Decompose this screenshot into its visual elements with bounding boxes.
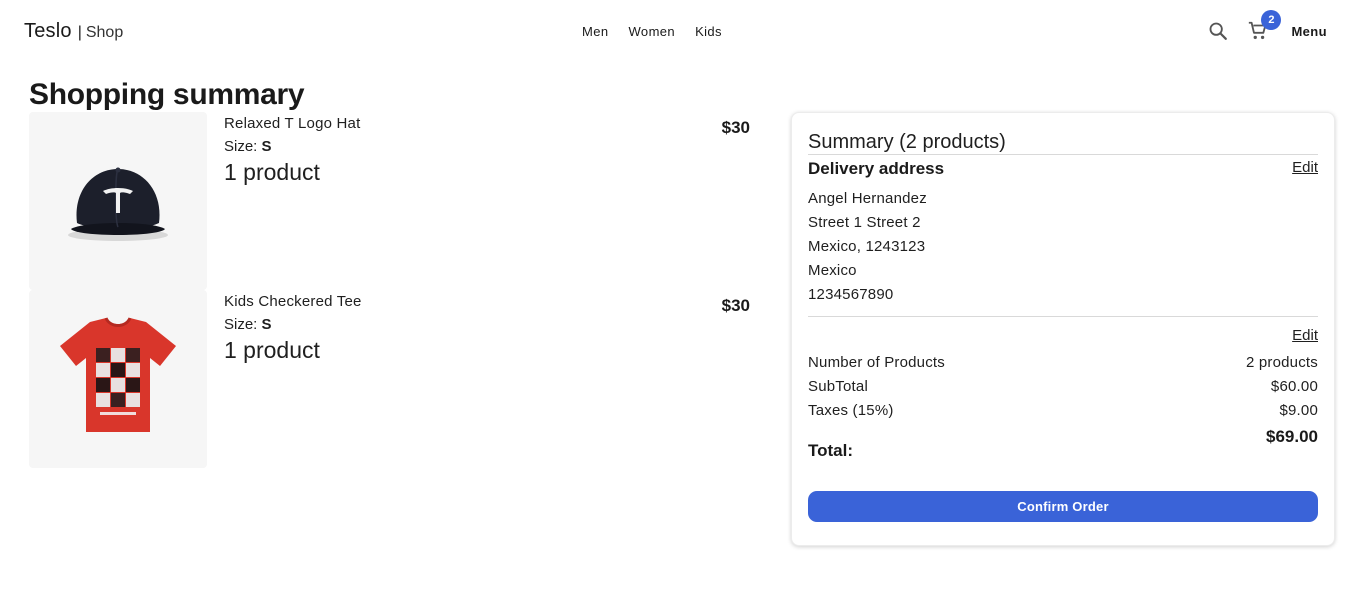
product-info: Relaxed T Logo Hat Size: S 1 product: [224, 115, 360, 186]
edit-address-link[interactable]: Edit: [1292, 159, 1318, 176]
product-price: $30: [721, 118, 750, 137]
summary-row-taxes: Taxes (15%) $9.00: [808, 399, 1318, 423]
divider: [808, 316, 1318, 317]
brand-logo[interactable]: Teslo | Shop: [24, 20, 123, 43]
product-title[interactable]: Relaxed T Logo Hat: [224, 115, 360, 132]
confirm-order-button[interactable]: Confirm Order: [808, 491, 1318, 522]
product-size: Size: S: [224, 138, 360, 155]
cart-item: Relaxed T Logo Hat Size: S 1 product $30: [29, 112, 759, 290]
cart-items-list: Relaxed T Logo Hat Size: S 1 product $30: [29, 112, 759, 468]
address-city: Mexico, 1243123: [808, 238, 926, 255]
summary-value: $9.00: [1279, 402, 1318, 419]
product-quantity: 1 product: [224, 159, 320, 185]
summary-row-products: Number of Products 2 products: [808, 351, 1318, 375]
summary-label: SubTotal: [808, 378, 868, 395]
summary-value: $60.00: [1270, 378, 1318, 395]
size-label: Size:: [224, 316, 258, 333]
edit-cart-link[interactable]: Edit: [1292, 327, 1318, 344]
delivery-address-header: Delivery address Edit: [808, 159, 1318, 187]
cart-count-badge: 2: [1261, 10, 1282, 30]
top-navbar: Teslo | Shop Men Women Kids 2 Menu: [0, 0, 1359, 64]
search-button[interactable]: [1205, 18, 1231, 44]
summary-label: Number of Products: [808, 354, 945, 371]
summary-title: Summary (2 products): [808, 131, 1318, 155]
total-label: Total:: [808, 441, 854, 460]
tshirt-icon: [60, 317, 176, 432]
product-info: Kids Checkered Tee Size: S 1 product: [224, 293, 362, 364]
address-country: Mexico: [808, 262, 857, 279]
edit-cart-row: Edit: [808, 327, 1318, 351]
header-actions: 2 Menu: [1195, 10, 1327, 44]
summary-label: Taxes (15%): [808, 402, 894, 419]
nav-link-men[interactable]: Men: [572, 24, 619, 39]
address-phone: 1234567890: [808, 286, 894, 303]
menu-button[interactable]: Menu: [1291, 24, 1327, 39]
page-title: Shopping summary: [29, 78, 305, 111]
delivery-address: Angel Hernandez Street 1 Street 2 Mexico…: [808, 187, 1318, 307]
nav-link-kids[interactable]: Kids: [685, 24, 732, 39]
size-label: Size:: [224, 138, 258, 155]
product-image[interactable]: [29, 290, 207, 468]
cart-item: Kids Checkered Tee Size: S 1 product $30: [29, 290, 759, 468]
size-value: S: [261, 316, 272, 333]
total-value: $69.00: [1266, 427, 1318, 446]
summary-row-subtotal: SubTotal $60.00: [808, 375, 1318, 399]
cap-icon: [68, 167, 168, 241]
main-nav: Men Women Kids: [572, 24, 732, 39]
delivery-address-title: Delivery address: [808, 159, 945, 178]
summary-value: 2 products: [1245, 354, 1318, 371]
product-price: $30: [721, 296, 750, 315]
product-title[interactable]: Kids Checkered Tee: [224, 293, 362, 310]
address-name: Angel Hernandez: [808, 190, 927, 207]
cart-button[interactable]: 2: [1245, 10, 1282, 44]
order-summary-card: Summary (2 products) Delivery address Ed…: [791, 112, 1335, 546]
search-icon: [1210, 22, 1228, 40]
product-size: Size: S: [224, 316, 362, 333]
brand-name: Teslo: [24, 20, 72, 42]
summary-row-total: Total: $69.00: [808, 427, 1318, 467]
address-street: Street 1 Street 2: [808, 214, 921, 231]
brand-shop: Shop: [85, 24, 124, 41]
product-quantity: 1 product: [224, 337, 320, 363]
size-value: S: [261, 138, 272, 155]
nav-link-women[interactable]: Women: [619, 24, 686, 39]
brand-separator: |: [77, 24, 82, 41]
summary-content: Summary (2 products) Delivery address Ed…: [808, 131, 1318, 522]
product-image[interactable]: [29, 112, 207, 290]
